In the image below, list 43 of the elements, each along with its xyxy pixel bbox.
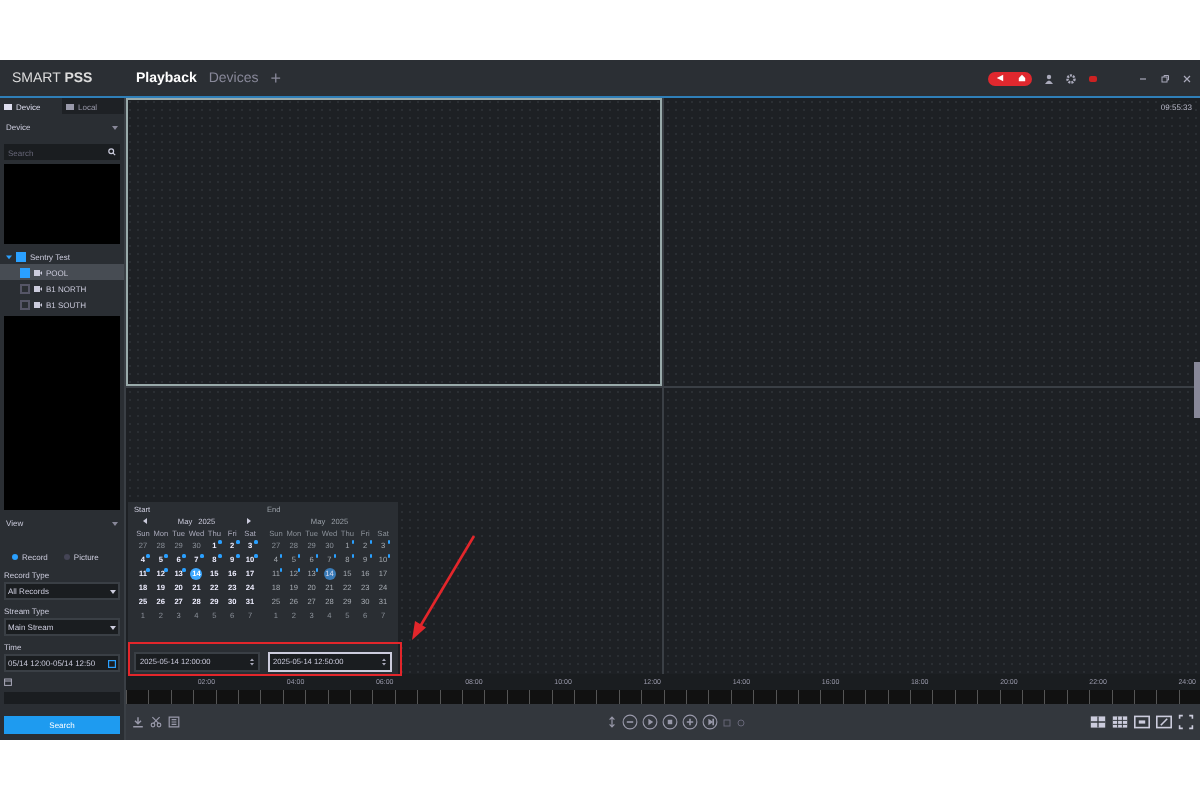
caret-icon[interactable] [6,253,12,259]
camera-icon [34,301,42,307]
annotation-arrow [406,534,478,642]
scissors-icon[interactable] [150,716,162,728]
next-icon[interactable] [245,518,251,524]
fullscreen-icon[interactable] [1178,714,1194,730]
camera-icon [34,269,42,275]
nine-grid-icon[interactable] [1112,714,1128,730]
restore-icon[interactable] [1160,73,1170,83]
timeline-track[interactable] [126,690,1200,704]
video-tile[interactable] [664,387,1200,674]
search-icon[interactable] [108,148,116,156]
faster-icon[interactable] [682,714,698,730]
video-tile[interactable] [664,98,1200,385]
caret-icon [112,521,118,525]
monitor-icon [4,103,12,109]
download-icon[interactable] [132,716,144,728]
user-icon[interactable] [1044,73,1054,83]
slower-icon[interactable] [622,714,638,730]
alert-icon[interactable] [1088,73,1098,83]
calendar-icon[interactable] [4,678,12,686]
minimize-icon[interactable] [1138,73,1148,83]
camera-icon [34,285,42,291]
add-tab-button[interactable]: + [270,68,282,88]
caret-icon [112,125,118,129]
alarm-badge[interactable] [988,71,1032,85]
step-icon[interactable] [702,714,718,730]
edit-icon[interactable] [1156,714,1172,730]
previous-icon[interactable] [142,518,148,524]
settings-icon[interactable] [1066,73,1076,83]
video-tile[interactable] [126,98,662,385]
calendar-icon[interactable] [108,659,116,667]
scrollbar-thumb[interactable] [1194,362,1200,418]
grid-layout-icon[interactable] [1090,714,1106,730]
sync-icon[interactable] [606,716,618,728]
ratio-icon[interactable] [1134,714,1150,730]
play-icon[interactable] [642,714,658,730]
stop-icon[interactable] [662,714,678,730]
caret-icon [110,589,116,593]
preview-panel [4,164,120,244]
caret-icon [110,625,116,629]
close-icon[interactable] [1182,73,1192,83]
monitor-icon [66,103,74,109]
